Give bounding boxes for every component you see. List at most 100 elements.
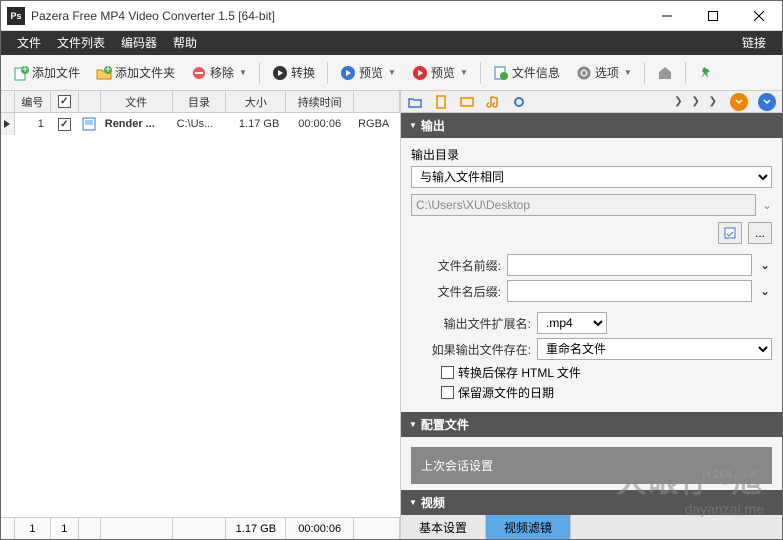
open-folder-button[interactable]	[718, 222, 742, 244]
footer-count2: 1	[51, 518, 79, 539]
pin-icon	[698, 65, 714, 81]
tab-filter[interactable]: 视频滤镜	[486, 515, 571, 539]
add-folder-icon: +	[96, 65, 112, 81]
col-check-header[interactable]	[51, 91, 79, 112]
play-red-icon	[412, 65, 428, 81]
pin-button[interactable]	[692, 62, 720, 84]
footer-count1: 1	[15, 518, 51, 539]
outdir-mode-select[interactable]: 与输入文件相同	[411, 166, 772, 188]
menu-help[interactable]: 帮助	[165, 31, 205, 55]
col-dir-header[interactable]: 目录	[173, 91, 227, 112]
cell-dur: 00:00:06	[286, 118, 354, 130]
cell-size: 1.17 GB	[226, 118, 286, 130]
outdir-path-input[interactable]	[411, 194, 756, 216]
cell-icon	[79, 116, 101, 132]
row-indicator	[1, 113, 15, 135]
keep-date-checkbox[interactable]	[441, 386, 454, 399]
collapse-button[interactable]	[758, 93, 776, 111]
chevron-down-icon: ▼	[409, 420, 417, 429]
cell-ext: RGBA	[354, 118, 400, 130]
tab-basic[interactable]: 基本设置	[401, 515, 486, 539]
cell-file: Render ...	[101, 118, 173, 130]
table-row[interactable]: 1 Render ... C:\Us... 1.17 GB 00:00:06 R…	[1, 113, 400, 135]
suffix-dropdown[interactable]: ⌄	[758, 284, 772, 298]
save-html-checkbox[interactable]	[441, 366, 454, 379]
row-checkbox[interactable]	[58, 118, 71, 131]
cell-check[interactable]	[51, 118, 79, 131]
menu-encoder[interactable]: 编码器	[113, 31, 165, 55]
save-html-label: 转换后保存 HTML 文件	[458, 364, 581, 381]
svg-text:+: +	[21, 65, 28, 76]
convert-button[interactable]: 转换	[266, 61, 321, 84]
cell-num: 1	[15, 118, 51, 130]
titlebar: Ps Pazera Free MP4 Video Converter 1.5 […	[1, 1, 782, 31]
expand-button[interactable]	[730, 93, 748, 111]
tab-file-icon[interactable]	[433, 94, 449, 110]
add-file-button[interactable]: + 添加文件	[7, 61, 86, 84]
prefix-input[interactable]	[507, 254, 752, 276]
col-size-header[interactable]: 大小	[226, 91, 286, 112]
settings-tabs: ❯ ❯ ❯	[401, 91, 782, 113]
menu-file[interactable]: 文件	[9, 31, 49, 55]
window-title: Pazera Free MP4 Video Converter 1.5 [64-…	[31, 9, 644, 23]
footer-size: 1.17 GB	[226, 518, 286, 539]
ext-label: 输出文件扩展名:	[411, 315, 531, 332]
file-info-button[interactable]: 文件信息	[487, 61, 566, 84]
grid-body: 1 Render ... C:\Us... 1.17 GB 00:00:06 R…	[1, 113, 400, 517]
toolbar: + 添加文件 + 添加文件夹 移除▼ 转换 预览▼ 预览▼ 文件信息 选项▼	[1, 55, 782, 91]
prefix-label: 文件名前缀:	[411, 257, 501, 274]
menu-link[interactable]: 链接	[734, 31, 774, 55]
config-title: 配置文件	[421, 416, 469, 433]
svg-text:+: +	[105, 65, 112, 76]
video-title: 视频	[421, 494, 445, 511]
suffix-input[interactable]	[507, 280, 752, 302]
tabs-more[interactable]: ❯ ❯ ❯	[674, 96, 720, 107]
convert-icon	[272, 65, 288, 81]
menu-filelist[interactable]: 文件列表	[49, 31, 113, 55]
tab-folder-icon[interactable]	[407, 94, 423, 110]
col-num-header[interactable]: 编号	[15, 91, 51, 112]
tab-audio-icon[interactable]	[485, 94, 501, 110]
prefix-dropdown[interactable]: ⌄	[758, 258, 772, 272]
exists-select[interactable]: 重命名文件	[537, 338, 772, 360]
menubar: 文件 文件列表 编码器 帮助 链接	[1, 31, 782, 55]
output-section-header[interactable]: ▼ 输出	[401, 113, 782, 138]
add-folder-button[interactable]: + 添加文件夹	[90, 61, 181, 84]
maximize-button[interactable]	[690, 1, 736, 31]
col-file-header[interactable]: 文件	[101, 91, 173, 112]
browse-button[interactable]: ...	[748, 222, 772, 244]
file-list-pane: 编号 文件 目录 大小 持续时间 1 Render ... C:\Us... 1…	[1, 91, 401, 539]
outdir-label: 输出目录	[411, 146, 772, 163]
gear-icon	[576, 65, 592, 81]
video-section-header[interactable]: ▼ 视频	[401, 490, 782, 515]
minimize-button[interactable]	[644, 1, 690, 31]
add-file-icon: +	[13, 65, 29, 81]
home-button[interactable]	[651, 62, 679, 84]
cell-dir: C:\Us...	[173, 118, 227, 130]
footer-dur: 00:00:06	[286, 518, 354, 539]
remove-button[interactable]: 移除▼	[185, 61, 253, 84]
options-button[interactable]: 选项▼	[570, 61, 638, 84]
tab-gear-icon[interactable]	[511, 94, 527, 110]
grid-header: 编号 文件 目录 大小 持续时间	[1, 91, 400, 113]
chevron-down-icon: ▼	[409, 121, 417, 130]
header-checkbox[interactable]	[58, 95, 71, 108]
tab-video-icon[interactable]	[459, 94, 475, 110]
ext-select[interactable]: .mp4	[537, 312, 607, 334]
remove-icon	[191, 65, 207, 81]
suffix-label: 文件名后缀:	[411, 283, 501, 300]
play-blue-icon	[340, 65, 356, 81]
output-title: 输出	[421, 117, 445, 134]
close-button[interactable]	[736, 1, 782, 31]
col-ext-header	[354, 91, 400, 112]
grid-footer: 1 1 1.17 GB 00:00:06	[1, 517, 400, 539]
config-section-header[interactable]: ▼ 配置文件	[401, 412, 782, 437]
preview2-button[interactable]: 预览▼	[406, 61, 474, 84]
col-dur-header[interactable]: 持续时间	[286, 91, 354, 112]
app-icon: Ps	[7, 7, 25, 25]
home-icon	[657, 65, 673, 81]
keep-date-label: 保留源文件的日期	[458, 384, 554, 401]
info-icon	[493, 65, 509, 81]
col-icon-header	[79, 91, 101, 112]
preview1-button[interactable]: 预览▼	[334, 61, 402, 84]
